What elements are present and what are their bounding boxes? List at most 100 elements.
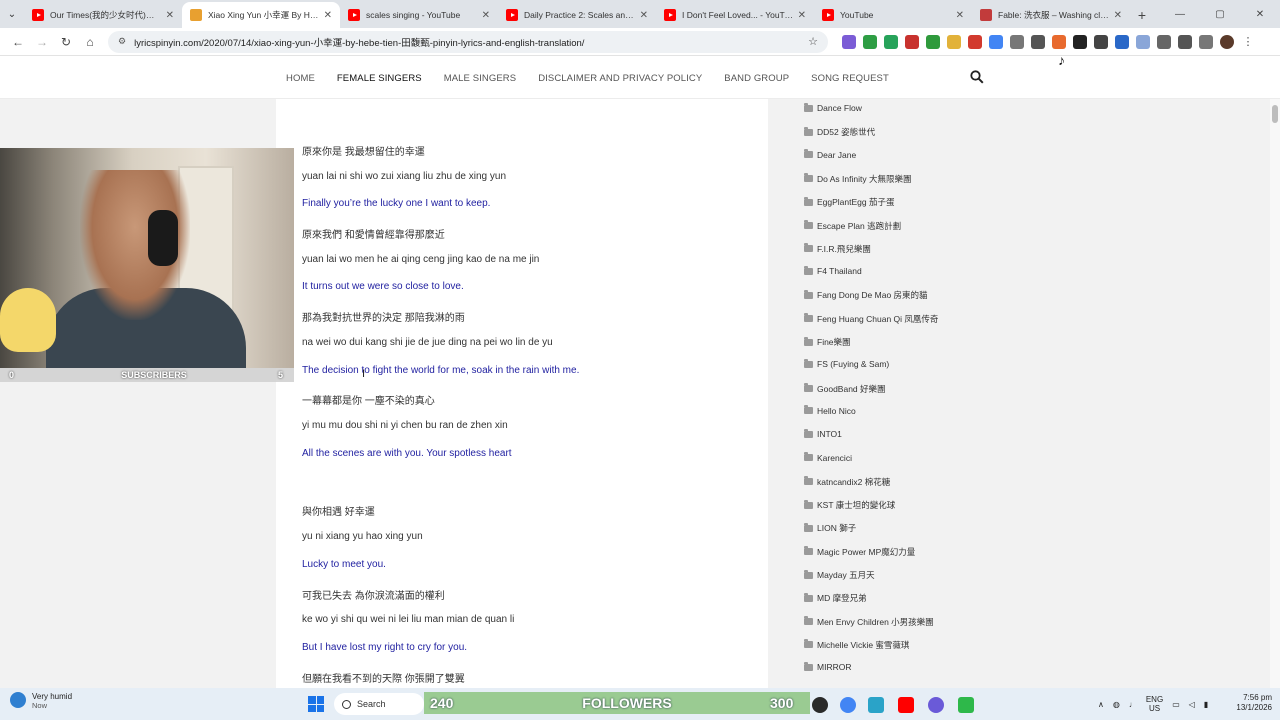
sidebar-category-link[interactable]: Hello Nico <box>804 405 856 416</box>
new-tab-button[interactable]: + <box>1130 2 1154 28</box>
pdf-extension-icon[interactable] <box>968 34 982 49</box>
taskbar-app-icon[interactable] <box>812 697 828 713</box>
sidebar-category-link[interactable]: GoodBand 好樂團 <box>804 383 886 395</box>
translate-extension-icon[interactable] <box>1031 34 1045 49</box>
close-tab-icon[interactable]: ✕ <box>1114 10 1122 21</box>
volume-icon[interactable]: ◁ <box>1189 700 1195 709</box>
microphone-icon[interactable]: ♩ <box>1129 700 1137 709</box>
nav-item[interactable]: DISCLAIMER AND PRIVACY POLICY <box>538 73 702 84</box>
language-indicator[interactable]: ENG US <box>1146 695 1163 713</box>
spreadsheet-taskbar-icon[interactable] <box>958 697 974 713</box>
battery-icon[interactable]: ▮ <box>1204 700 1208 709</box>
orange-extension-icon[interactable] <box>1052 34 1066 49</box>
profile-avatar[interactable] <box>1220 34 1234 49</box>
page-scrollbar[interactable] <box>1270 99 1280 688</box>
sidebar-category-link[interactable]: INTO1 <box>804 428 842 439</box>
badge-extension-icon[interactable] <box>947 34 961 49</box>
vscode-taskbar-icon[interactable] <box>868 697 884 713</box>
display-icon[interactable]: ▭ <box>1172 700 1180 709</box>
sidebar-category-link[interactable]: MIRROR <box>804 661 851 672</box>
sidebar-category-link[interactable]: Dance Flow <box>804 102 862 113</box>
playlist-icon[interactable] <box>1178 34 1192 49</box>
sidebar-category-link[interactable]: Feng Huang Chuan Qi 凤凰传奇 <box>804 313 938 325</box>
lyric-line-zh: 一幕幕都是你 一塵不染的真心 <box>302 396 435 407</box>
sidebar-category-link[interactable]: Men Envy Children 小男孩樂團 <box>804 616 934 628</box>
close-tab-icon[interactable]: ✕ <box>324 10 332 21</box>
search-icon[interactable] <box>970 70 984 84</box>
nav-item[interactable]: MALE SINGERS <box>444 73 516 84</box>
nav-item[interactable]: FEMALE SINGERS <box>337 73 422 84</box>
green-extension-icon[interactable] <box>863 34 877 49</box>
sidebar-category-link[interactable]: F.I.R.飛兒樂團 <box>804 243 871 255</box>
close-tab-icon[interactable]: ✕ <box>798 10 806 21</box>
sidebar-category-link[interactable]: Magic Power MP魔幻力量 <box>804 546 915 558</box>
browser-tab[interactable]: scales singing - YouTube ✕ <box>340 2 498 28</box>
browser-tab[interactable]: Xiao Xing Yun 小幸運 By Hebe ✕ <box>182 2 340 28</box>
sidebar-category-link[interactable]: KST 康士坦的變化球 <box>804 499 895 511</box>
sidebar-category-link[interactable]: Michelle Vickie 蜜雪薇琪 <box>804 639 909 651</box>
reload-icon[interactable]: ↻ <box>54 30 78 54</box>
sidebar-category-link[interactable]: MD 摩登兄弟 <box>804 592 867 604</box>
puzzle-extensions-icon[interactable] <box>1157 34 1171 49</box>
scrollbar-thumb[interactable] <box>1272 105 1278 123</box>
network-icon[interactable]: ◍ <box>1113 700 1120 709</box>
weather-title: Very humid <box>32 692 73 701</box>
close-tab-icon[interactable]: ✕ <box>956 10 964 21</box>
sidebar-category-link[interactable]: Mayday 五月天 <box>804 569 875 581</box>
sidebar-icon[interactable] <box>1199 34 1213 49</box>
sidebar-category-link[interactable]: EggPlantEgg 茄子蛋 <box>804 196 894 208</box>
home-icon[interactable]: ⌂ <box>78 30 102 54</box>
grid-extension-icon[interactable] <box>1136 34 1150 49</box>
browser-tab[interactable]: I Don't Feel Loved... - YouTube ✕ <box>656 2 814 28</box>
blue-square-extension-icon[interactable] <box>1115 34 1129 49</box>
weather-widget[interactable]: Very humid Now <box>10 692 72 710</box>
dictionary-extension-icon[interactable] <box>1094 34 1108 49</box>
sidebar-category-link[interactable]: Escape Plan 逃跑計劃 <box>804 220 901 232</box>
browser-tab[interactable]: Our Times(我的少女时代)电影 ✕ <box>24 2 182 28</box>
sidebar-category-link[interactable]: LION 獅子 <box>804 522 856 534</box>
back-icon[interactable]: ← <box>6 30 30 54</box>
bookmark-star-icon[interactable]: ☆ <box>808 35 818 48</box>
browser-tab[interactable]: Daily Practice 2: Scales and Inte ✕ <box>498 2 656 28</box>
minimize-icon[interactable]: — <box>1160 0 1200 28</box>
close-tab-icon[interactable]: ✕ <box>166 10 174 21</box>
sidebar-category-link[interactable]: Karencici <box>804 452 852 463</box>
close-window-icon[interactable]: ✕ <box>1240 0 1280 28</box>
start-button[interactable] <box>308 696 324 712</box>
red-extension-icon[interactable] <box>905 34 919 49</box>
weather-sub: Now <box>32 701 48 710</box>
sidebar-category-link[interactable]: katncandix2 棉花糖 <box>804 476 890 488</box>
nav-item[interactable]: SONG REQUEST <box>811 73 889 84</box>
more-menu-icon[interactable]: ⋮ <box>1241 35 1255 49</box>
sidebar-category-link[interactable]: F4 Thailand <box>804 265 862 276</box>
sidebar-category-link[interactable]: Do As Infinity 大無限樂團 <box>804 173 911 185</box>
address-bar[interactable]: ⚙ lyricspinyin.com/2020/07/14/xiao-xing-… <box>108 30 828 53</box>
nav-item[interactable]: BAND GROUP <box>724 73 789 84</box>
sidebar-category-link[interactable]: Fine樂團 <box>804 336 851 348</box>
maximize-icon[interactable]: ▢ <box>1200 0 1240 28</box>
sidebar-category-link[interactable]: FS (Fuying & Sam) <box>804 358 889 369</box>
pen-extension-icon[interactable] <box>842 34 856 49</box>
sidebar-category-link[interactable]: Fang Dong De Mao 房東的貓 <box>804 289 928 301</box>
sidebar-category-link[interactable]: Dear Jane <box>804 149 856 160</box>
sidebar-category-link[interactable]: DD52 姿態世代 <box>804 126 875 138</box>
browser-tab[interactable]: YouTube ✕ <box>814 2 972 28</box>
notion-extension-icon[interactable] <box>1073 34 1087 49</box>
browser-tab[interactable]: Fable: 洗衣服 – Washing clothe ✕ <box>972 2 1130 28</box>
camera-extension-icon[interactable] <box>1010 34 1024 49</box>
leaf-extension-icon[interactable] <box>884 34 898 49</box>
tray-overflow-icon[interactable]: ∧ <box>1098 700 1104 709</box>
close-tab-icon[interactable]: ✕ <box>640 10 648 21</box>
youtube-taskbar-icon[interactable] <box>898 697 914 713</box>
close-tab-icon[interactable]: ✕ <box>482 10 490 21</box>
taskbar-clock[interactable]: 7:56 pm 13/1/2026 <box>1228 693 1272 713</box>
chrome-extension-icon[interactable] <box>989 34 1003 49</box>
forward-icon[interactable]: → <box>30 30 54 54</box>
taskbar-search[interactable]: Search <box>334 693 424 715</box>
discord-taskbar-icon[interactable] <box>928 697 944 713</box>
chrome-taskbar-icon[interactable] <box>840 697 856 713</box>
site-info-icon[interactable]: ⚙ <box>118 36 126 47</box>
tab-search-icon[interactable]: ⌄ <box>0 0 24 28</box>
nav-item[interactable]: HOME <box>286 73 315 84</box>
download-arrow-icon[interactable] <box>926 34 940 49</box>
